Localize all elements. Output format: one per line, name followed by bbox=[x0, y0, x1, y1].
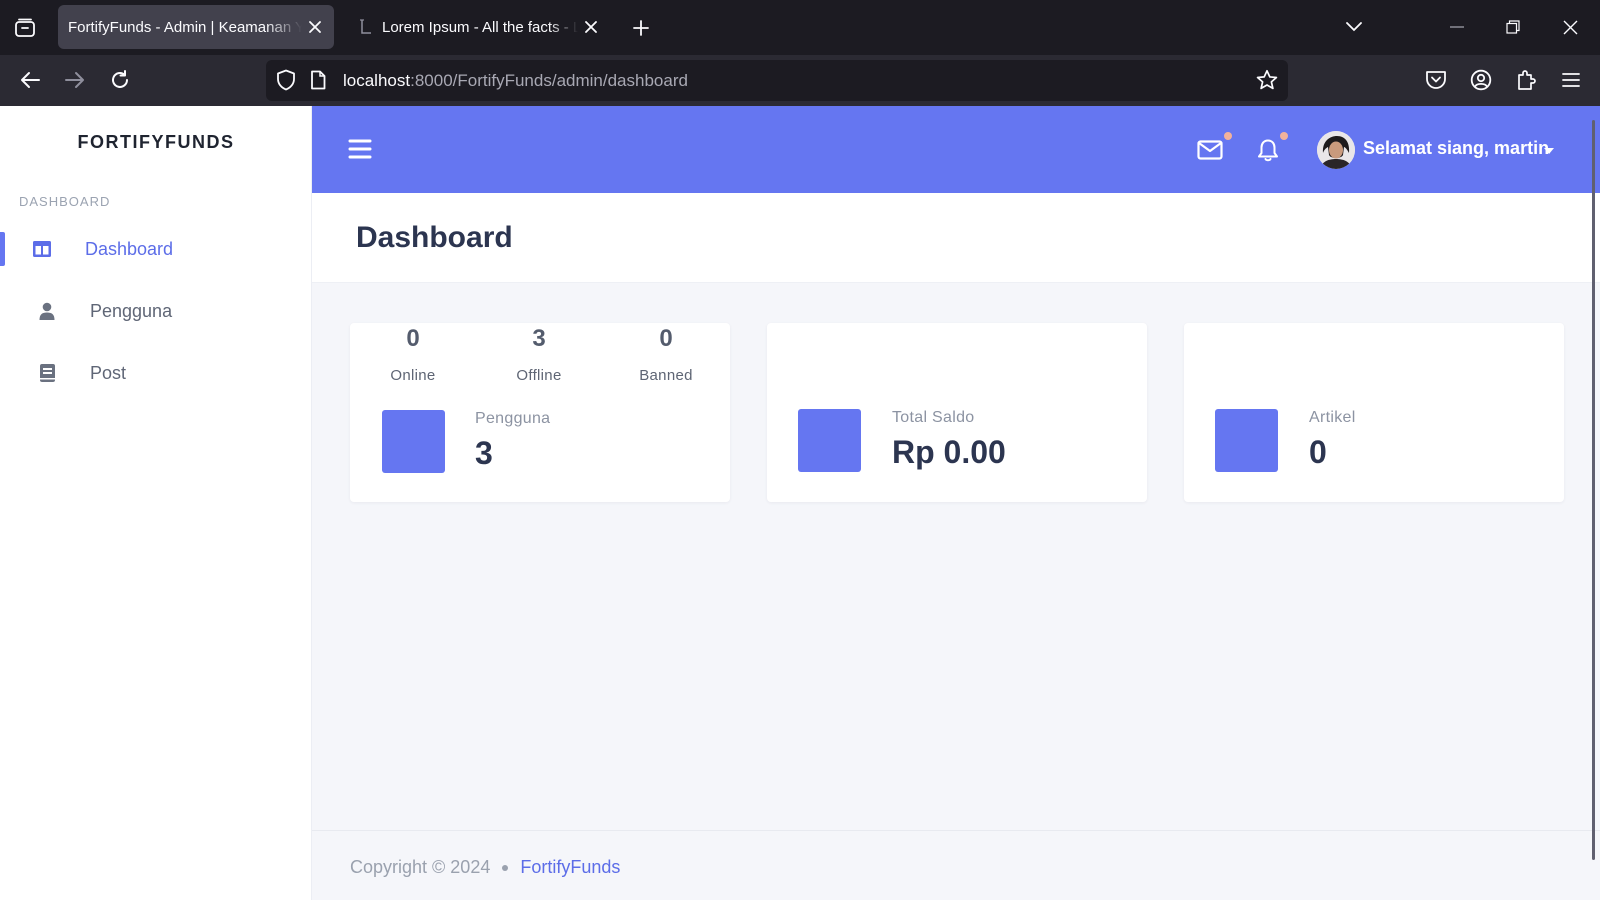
caret-down-icon[interactable] bbox=[1544, 148, 1554, 154]
stat-value: 0 bbox=[659, 325, 673, 352]
sidebar-item-pengguna[interactable]: Pengguna bbox=[0, 288, 312, 334]
page-scrollbar[interactable] bbox=[1592, 120, 1595, 860]
brand-logo[interactable]: FORTIFYFUNDS bbox=[0, 132, 312, 153]
tab-title: Lorem Ipsum - All the facts - Lipsum bbox=[382, 18, 578, 36]
pocket-icon[interactable] bbox=[1418, 63, 1454, 97]
users-card: 0 Online 3 Offline 0 Banned Pengguna 3 bbox=[350, 323, 730, 502]
user-greeting[interactable]: Selamat siang, martin bbox=[1363, 138, 1549, 159]
footer: Copyright © 2024 FortifyFunds bbox=[312, 830, 1600, 900]
stat-label: Offline bbox=[516, 367, 562, 384]
chevron-down-icon[interactable] bbox=[1334, 10, 1374, 44]
page-header: Dashboard bbox=[312, 193, 1600, 283]
url-host: localhost bbox=[343, 71, 411, 90]
balance-card: Total Saldo Rp 0.00 bbox=[767, 323, 1147, 502]
hamburger-icon[interactable] bbox=[348, 138, 372, 162]
grid-icon bbox=[30, 237, 54, 261]
footer-link[interactable]: FortifyFunds bbox=[520, 857, 620, 877]
tab-list-icon[interactable] bbox=[8, 12, 42, 44]
url-text[interactable]: localhost:8000/FortifyFunds/admin/dashbo… bbox=[343, 71, 688, 91]
sidebar: FORTIFYFUNDS DASHBOARD Dashboard Penggun… bbox=[0, 106, 312, 900]
card-label: Pengguna bbox=[475, 410, 551, 427]
footer-text: Copyright © 2024 FortifyFunds bbox=[350, 857, 620, 878]
sidebar-item-dashboard[interactable]: Dashboard bbox=[0, 226, 312, 272]
bell-icon[interactable] bbox=[1254, 136, 1282, 164]
card-label: Artikel bbox=[1309, 409, 1356, 426]
stat-value: 3 bbox=[532, 325, 546, 352]
avatar[interactable] bbox=[1317, 131, 1355, 169]
card-icon-box bbox=[382, 410, 445, 473]
minimize-icon[interactable] bbox=[1437, 10, 1477, 44]
user-icon bbox=[35, 299, 59, 323]
page-icon[interactable] bbox=[310, 70, 326, 95]
topbar: Selamat siang, martin bbox=[312, 106, 1600, 193]
stat-offline: 3 Offline bbox=[479, 323, 599, 384]
bookmark-star-icon[interactable] bbox=[1256, 69, 1278, 96]
card-icon-box bbox=[798, 409, 861, 472]
close-icon[interactable] bbox=[578, 14, 604, 40]
articles-card: Artikel 0 bbox=[1184, 323, 1564, 502]
sidebar-item-post[interactable]: Post bbox=[0, 350, 312, 396]
card-value: 3 bbox=[475, 435, 493, 471]
book-icon bbox=[35, 361, 59, 385]
sidebar-section-title: DASHBOARD bbox=[19, 194, 111, 209]
lipsum-favicon-icon bbox=[358, 19, 374, 35]
stat-label: Online bbox=[390, 367, 436, 384]
extensions-icon[interactable] bbox=[1508, 63, 1544, 97]
window-close-icon[interactable] bbox=[1550, 10, 1590, 44]
sidebar-item-label: Post bbox=[90, 362, 127, 383]
mail-notification-dot bbox=[1224, 132, 1232, 140]
browser-tab-active[interactable]: FortifyFunds - Admin | Keamanan Ya bbox=[58, 5, 334, 49]
separator-dot bbox=[502, 865, 509, 872]
stat-value: 0 bbox=[406, 325, 420, 352]
menu-icon[interactable] bbox=[1553, 63, 1589, 97]
restore-icon[interactable] bbox=[1493, 10, 1533, 44]
card-value: Rp 0.00 bbox=[892, 434, 1006, 470]
url-bar[interactable]: localhost:8000/FortifyFunds/admin/dashbo… bbox=[266, 60, 1288, 101]
page-viewport: FORTIFYFUNDS DASHBOARD Dashboard Penggun… bbox=[0, 106, 1600, 900]
stat-banned: 0 Banned bbox=[606, 323, 726, 384]
browser-tab[interactable]: Lorem Ipsum - All the facts - Lipsum bbox=[346, 5, 610, 49]
stat-online: 0 Online bbox=[353, 323, 473, 384]
browser-navbar: localhost:8000/FortifyFunds/admin/dashbo… bbox=[0, 55, 1600, 106]
active-indicator bbox=[0, 232, 5, 266]
mail-icon[interactable] bbox=[1196, 136, 1224, 164]
reload-icon[interactable] bbox=[102, 63, 138, 97]
back-icon[interactable] bbox=[12, 63, 48, 97]
page-title: Dashboard bbox=[356, 221, 513, 254]
bell-notification-dot bbox=[1280, 132, 1288, 140]
url-path: :8000/FortifyFunds/admin/dashboard bbox=[410, 71, 688, 90]
new-tab-icon[interactable] bbox=[626, 13, 656, 43]
close-icon[interactable] bbox=[302, 14, 328, 40]
shield-icon[interactable] bbox=[276, 69, 296, 96]
card-icon-box bbox=[1215, 409, 1278, 472]
sidebar-item-label: Pengguna bbox=[90, 300, 173, 321]
browser-tabbar: FortifyFunds - Admin | Keamanan Ya Lorem… bbox=[0, 0, 1600, 55]
copyright-text: Copyright © 2024 bbox=[350, 857, 491, 877]
account-icon[interactable] bbox=[1463, 63, 1499, 97]
tab-title: FortifyFunds - Admin | Keamanan Ya bbox=[68, 18, 302, 36]
stat-label: Banned bbox=[639, 367, 693, 384]
card-value: 0 bbox=[1309, 434, 1327, 470]
card-label: Total Saldo bbox=[892, 409, 975, 426]
forward-icon[interactable] bbox=[57, 63, 93, 97]
sidebar-item-label: Dashboard bbox=[85, 238, 174, 259]
